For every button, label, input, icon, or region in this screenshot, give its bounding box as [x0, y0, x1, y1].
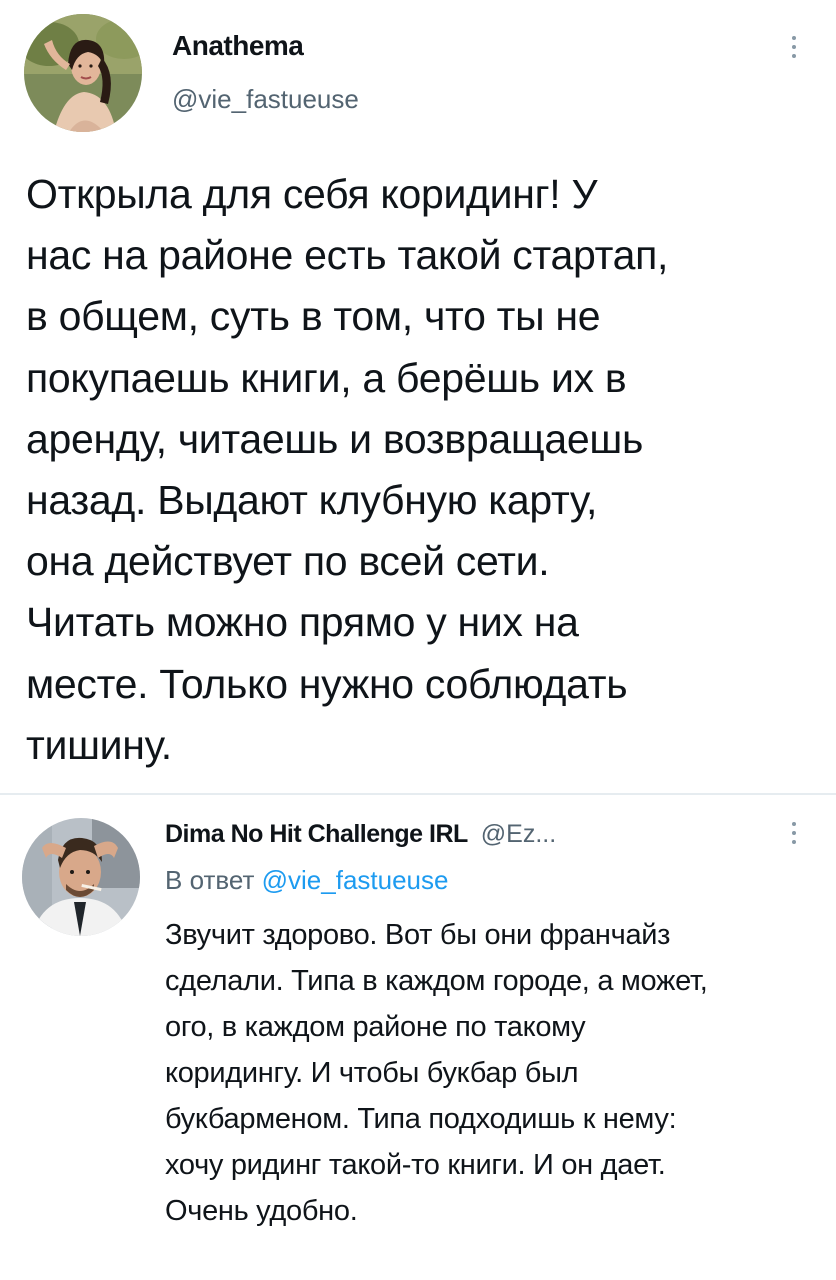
- divider: [0, 793, 836, 795]
- dot: [792, 822, 796, 826]
- reply-avatar[interactable]: [22, 818, 140, 936]
- more-options-icon[interactable]: [784, 822, 804, 844]
- dot: [792, 45, 796, 49]
- dot: [792, 36, 796, 40]
- dot: [792, 54, 796, 58]
- more-options-icon[interactable]: [784, 36, 804, 58]
- reply-author-name[interactable]: Dima No Hit Challenge IRL: [165, 820, 468, 848]
- avatar-photo: [24, 14, 142, 132]
- main-tweet: Anathema @vie_fastueuse Открыла для себя…: [0, 0, 836, 793]
- avatar[interactable]: [24, 14, 142, 132]
- tweet-text: Открыла для себя коридинг! У нас на райо…: [26, 171, 669, 768]
- reply-author-handle[interactable]: @Ez...: [481, 820, 556, 848]
- avatar-photo: [22, 818, 140, 936]
- reply-header: Dima No Hit Challenge IRL @Ez...: [165, 820, 556, 849]
- dot: [792, 831, 796, 835]
- reply-to-prefix: В ответ: [165, 865, 255, 895]
- author-handle[interactable]: @vie_fastueuse: [172, 84, 359, 115]
- author-name[interactable]: Anathema: [172, 30, 304, 62]
- reply-to-line: В ответ @vie_fastueuse: [165, 865, 448, 896]
- dot: [792, 840, 796, 844]
- reply-text: Звучит здорово. Вот бы они франчайз сдел…: [165, 919, 708, 1227]
- reply-to-mention[interactable]: @vie_fastueuse: [262, 865, 449, 895]
